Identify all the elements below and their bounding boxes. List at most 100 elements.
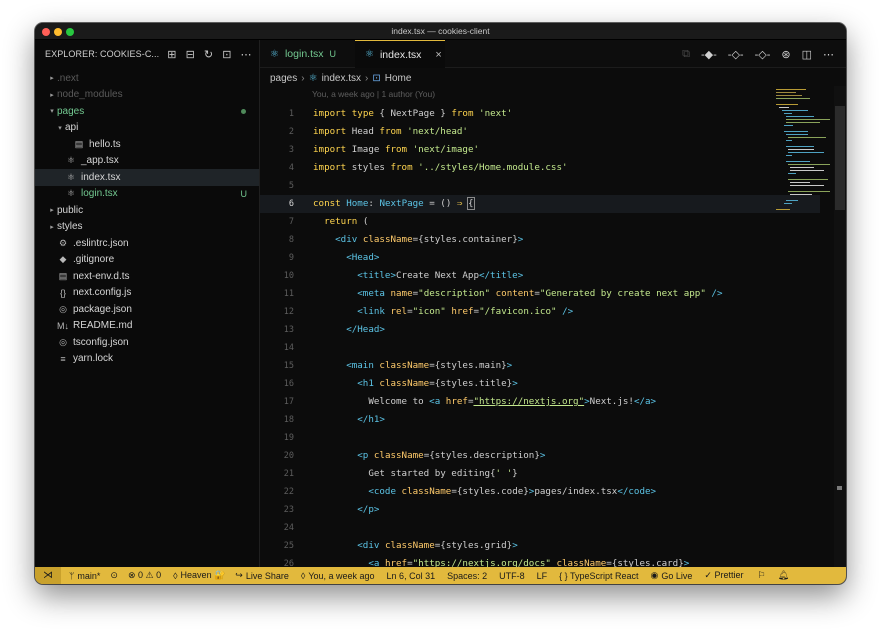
code-line[interactable]: 17 Welcome to <a href="https://nextjs.or… xyxy=(260,393,820,411)
breadcrumb-symbol[interactable]: Home xyxy=(385,73,412,84)
explorer-item[interactable]: ▤ next-env.d.ts xyxy=(35,268,259,285)
code-line[interactable]: 6 const Home: NextPage = () ⇒ { xyxy=(260,195,820,213)
eol-status[interactable]: LF xyxy=(537,571,548,581)
more-actions-icon[interactable]: ⋯ xyxy=(823,48,834,61)
explorer-item[interactable]: ▸ public xyxy=(35,202,259,219)
code-line[interactable]: 5 xyxy=(260,177,820,195)
code-line[interactable]: 7 return ( xyxy=(260,213,820,231)
git-blame-status[interactable]: ◊ You, a week ago xyxy=(301,571,375,581)
code-line[interactable]: 23 </p> xyxy=(260,501,820,519)
problems-status[interactable]: ⊗ 0 ⚠ 0 xyxy=(128,570,161,581)
explorer-item[interactable]: ▸ node_modules xyxy=(35,87,259,104)
explorer-item[interactable]: ⚛ login.tsx U xyxy=(35,186,259,203)
git-commit-icon[interactable]: -◆- xyxy=(701,48,717,61)
collapse-all-icon[interactable]: ⊡ xyxy=(222,48,231,61)
encoding-status[interactable]: UTF-8 xyxy=(499,571,525,581)
explorer-item[interactable]: M↓ README.md xyxy=(35,318,259,335)
close-window-button[interactable] xyxy=(42,28,50,36)
explorer-item[interactable]: ▾ api xyxy=(35,120,259,137)
live-share-label: Live Share xyxy=(245,570,289,581)
codelens-blame[interactable]: You, a week ago | 1 author (You) xyxy=(312,89,435,99)
timeline-icon[interactable]: ⊛ xyxy=(781,48,790,61)
live-share-status[interactable]: ↪ Live Share xyxy=(235,570,289,581)
code-text: Get started by editing{' '} xyxy=(313,468,518,479)
zoom-window-button[interactable] xyxy=(66,28,74,36)
explorer-item[interactable]: ▤ hello.ts xyxy=(35,136,259,153)
code-line[interactable]: 18 </h1> xyxy=(260,411,820,429)
code-line[interactable]: 3 import Image from 'next/image' xyxy=(260,141,820,159)
explorer-item[interactable]: ◎ tsconfig.json xyxy=(35,334,259,351)
line-number: 9 xyxy=(288,253,294,263)
git-previous-icon[interactable]: -◇- xyxy=(728,48,744,61)
code-line[interactable]: 2 import Head from 'next/head' xyxy=(260,123,820,141)
explorer-item[interactable]: ▸ styles xyxy=(35,219,259,236)
code-line[interactable]: 9 <Head> xyxy=(260,249,820,267)
untracked-badge: U xyxy=(240,188,248,199)
indentation-status[interactable]: Spaces: 2 xyxy=(447,571,487,581)
code-line[interactable]: 16 <h1 className={styles.title}> xyxy=(260,375,820,393)
code-text: import styles from '../styles/Home.modul… xyxy=(313,162,568,173)
code-line[interactable]: 14 xyxy=(260,339,820,357)
chevron-down-icon: ▾ xyxy=(58,124,62,132)
breadcrumb-folder[interactable]: pages xyxy=(270,73,297,84)
code-line[interactable]: 10 <title>Create Next App</title> xyxy=(260,267,820,285)
code-line[interactable]: 11 <meta name="description" content="Gen… xyxy=(260,285,820,303)
code-line[interactable]: 8 <div className={styles.container}> xyxy=(260,231,820,249)
copy-icon[interactable]: ⧉ xyxy=(682,48,690,61)
new-file-icon[interactable]: ⊞ xyxy=(167,48,176,61)
sync-status[interactable]: ⊙ xyxy=(110,570,118,581)
line-number: 26 xyxy=(283,559,294,567)
code-line[interactable]: 24 xyxy=(260,519,820,537)
prettier-status[interactable]: ✓ Prettier xyxy=(704,570,743,581)
code-editor[interactable]: You, a week ago | 1 author (You) 1 import… xyxy=(260,86,820,567)
explorer-item[interactable]: ▾ pages xyxy=(35,103,259,120)
explorer-item[interactable]: ⚛ _app.tsx xyxy=(35,153,259,170)
explorer-item[interactable]: ≡ yarn.lock xyxy=(35,351,259,368)
remote-indicator[interactable]: ⋊ xyxy=(35,567,61,584)
line-number: 18 xyxy=(283,415,294,425)
code-line[interactable]: 22 <code className={styles.code}>pages/i… xyxy=(260,483,820,501)
code-text: </h1> xyxy=(357,414,385,425)
code-line[interactable]: 13 </Head> xyxy=(260,321,820,339)
feedback-icon[interactable]: ⚐ xyxy=(757,570,765,581)
git-next-icon[interactable]: -◇- xyxy=(755,48,771,61)
branch-status[interactable]: ᛘ main* xyxy=(69,571,100,581)
code-line[interactable]: 1 import type { NextPage } from 'next' xyxy=(260,105,820,123)
code-line[interactable]: 4 import styles from '../styles/Home.modu… xyxy=(260,159,820,177)
close-icon[interactable]: × xyxy=(435,49,441,61)
minimap[interactable] xyxy=(772,86,834,216)
cursor-position[interactable]: Ln 6, Col 31 xyxy=(387,571,436,581)
scrollbar-thumb[interactable] xyxy=(835,106,845,210)
explorer-item[interactable]: ◎ package.json xyxy=(35,301,259,318)
breadcrumb-file[interactable]: index.tsx xyxy=(322,73,361,84)
notifications-bell-icon[interactable]: 🔔︎ xyxy=(778,570,789,581)
language-mode[interactable]: { } TypeScript React xyxy=(559,571,638,581)
code-line[interactable]: 20 <p className={styles.description}> xyxy=(260,447,820,465)
split-editor-icon[interactable]: ◫ xyxy=(802,48,812,61)
code-line[interactable]: 12 <link rel="icon" href="/favicon.ico" … xyxy=(260,303,820,321)
explorer-item[interactable]: ▸ .next xyxy=(35,70,259,87)
go-live-status[interactable]: ◉ Go Live xyxy=(651,570,693,581)
chevron-down-icon: ▾ xyxy=(50,108,54,116)
code-line[interactable]: 15 <main className={styles.main}> xyxy=(260,357,820,375)
explorer-item[interactable]: ⚛ index.tsx xyxy=(35,169,259,186)
code-text: <link rel="icon" href="/favicon.ico" /> xyxy=(357,306,574,317)
more-actions-icon[interactable]: ⋯ xyxy=(241,48,252,61)
chevron-right-icon: ▸ xyxy=(50,223,54,231)
tab-index[interactable]: ⚛ index.tsx × xyxy=(355,40,445,68)
explorer-item[interactable]: {} next.config.js xyxy=(35,285,259,302)
new-folder-icon[interactable]: ⊟ xyxy=(186,48,195,61)
explorer-item[interactable]: ⚙ .eslintrc.json xyxy=(35,235,259,252)
code-line[interactable]: 21 Get started by editing{' '} xyxy=(260,465,820,483)
explorer-item-label: login.tsx xyxy=(81,188,118,200)
tab-login[interactable]: ⚛ login.tsx U xyxy=(260,40,355,68)
code-text: const Home: NextPage = () ⇒ { xyxy=(313,197,475,210)
code-line[interactable]: 26 <a href="https://nextjs.org/docs" cla… xyxy=(260,555,820,567)
code-line[interactable]: 19 xyxy=(260,429,820,447)
minimize-window-button[interactable] xyxy=(54,28,62,36)
code-line[interactable]: 25 <div className={styles.grid}> xyxy=(260,537,820,555)
refresh-icon[interactable]: ↻ xyxy=(204,48,213,61)
heaven-status[interactable]: ◊ Heaven 🔐 xyxy=(173,570,225,581)
explorer-item[interactable]: ◆ .gitignore xyxy=(35,252,259,269)
vertical-scrollbar[interactable] xyxy=(834,86,846,567)
